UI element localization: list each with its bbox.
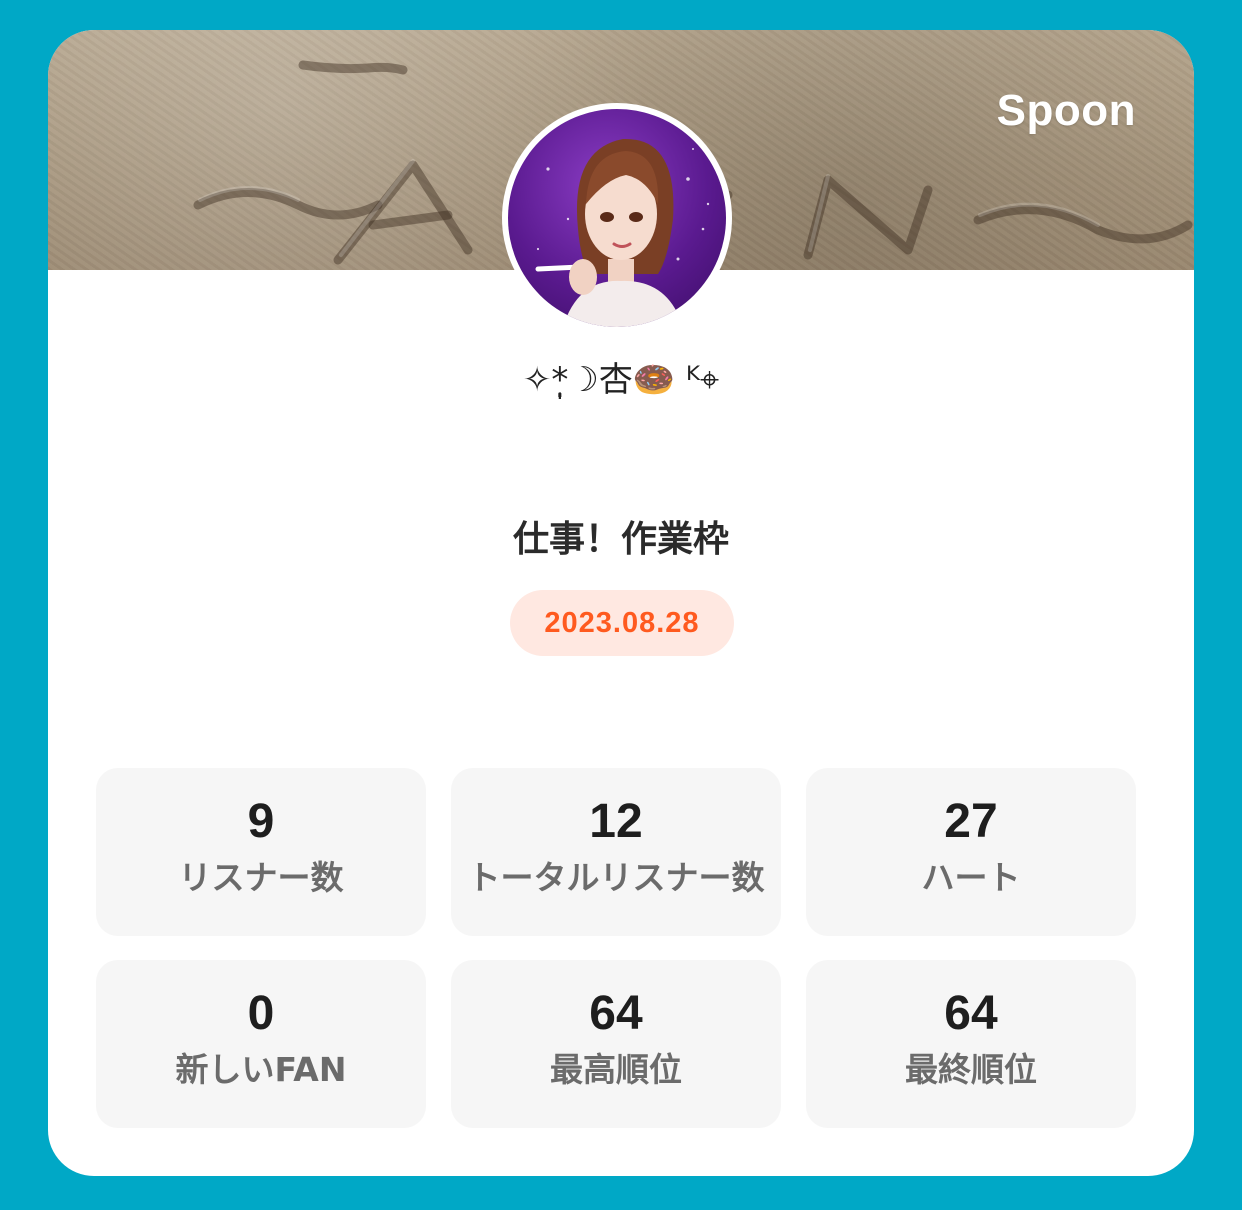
stat-value: 0 bbox=[247, 987, 275, 1040]
stat-label: 最高順位 bbox=[550, 1050, 682, 1089]
stat-tile-final-rank: 64 最終順位 bbox=[806, 960, 1136, 1128]
avatar-illustration-icon bbox=[508, 109, 726, 327]
stat-tile-new-fans: 0 新しいFAN bbox=[96, 960, 426, 1128]
stat-label: ハート bbox=[921, 858, 1021, 897]
stat-label: 最終順位 bbox=[905, 1050, 1037, 1089]
stat-tile-highest-rank: 64 最高順位 bbox=[451, 960, 781, 1128]
username: ✧*̣̩☽杏🍩 ᴷ⌖ bbox=[522, 360, 720, 400]
spoon-logo: Spoon bbox=[996, 86, 1136, 135]
stat-label: リスナー数 bbox=[178, 858, 344, 897]
avatar[interactable] bbox=[502, 103, 732, 333]
stat-value: 64 bbox=[589, 987, 643, 1040]
stat-value: 64 bbox=[944, 987, 998, 1040]
stat-value: 27 bbox=[944, 795, 998, 848]
stat-tile-listeners: 9 リスナー数 bbox=[96, 768, 426, 936]
broadcast-title: 仕事！作業枠 bbox=[512, 519, 729, 560]
stat-label: 新しいFAN bbox=[175, 1050, 347, 1089]
summary-card: Spoon ✧*̣̩☽杏🍩 ᴷ⌖ 仕事！作業枠 2023.08.28 9 リスナ… bbox=[48, 30, 1194, 1176]
stat-value: 12 bbox=[589, 795, 643, 848]
stat-value: 9 bbox=[247, 795, 275, 848]
stats-grid: 9 リスナー数 12 トータルリスナー数 27 ハート 0 新しいFAN 64 … bbox=[96, 768, 1136, 1128]
stat-tile-hearts: 27 ハート bbox=[806, 768, 1136, 936]
stat-tile-total-listeners: 12 トータルリスナー数 bbox=[451, 768, 781, 936]
broadcast-date-badge: 2023.08.28 bbox=[510, 590, 734, 656]
stat-label: トータルリスナー数 bbox=[467, 858, 765, 897]
